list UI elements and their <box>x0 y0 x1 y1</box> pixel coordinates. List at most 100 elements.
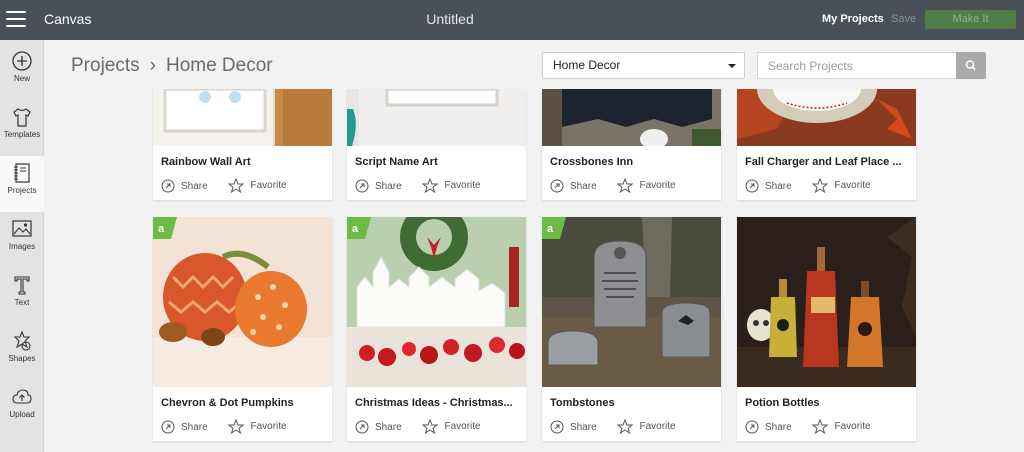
project-card[interactable]: Potion Bottles Share Favorite <box>737 217 916 441</box>
caret-down-icon <box>728 64 736 68</box>
share-button[interactable]: Share <box>161 179 208 193</box>
favorite-label: Favorite <box>834 180 871 191</box>
favorite-button[interactable]: Favorite <box>422 178 481 193</box>
favorite-label: Favorite <box>250 421 287 432</box>
save-button[interactable]: Save <box>891 13 916 25</box>
favorite-button[interactable]: Favorite <box>228 178 287 193</box>
rainbow-wall-art-image <box>153 89 332 146</box>
chevron-dot-pumpkins-image <box>153 217 332 387</box>
favorite-button[interactable]: Favorite <box>617 419 676 434</box>
share-icon <box>745 420 759 434</box>
share-button[interactable]: Share <box>745 179 792 193</box>
project-card[interactable]: Rainbow Wall Art Share Favorite <box>153 89 332 200</box>
favorite-label: Favorite <box>250 180 287 191</box>
project-title[interactable]: Fall Charger and Leaf Place ... <box>745 156 909 168</box>
fall-charger-image <box>737 89 916 146</box>
favorite-button[interactable]: Favorite <box>422 419 481 434</box>
breadcrumb-current: Home Decor <box>165 55 273 76</box>
favorite-button[interactable]: Favorite <box>812 419 871 434</box>
project-thumbnail[interactable]: a <box>347 217 526 387</box>
project-title[interactable]: Potion Bottles <box>745 397 909 409</box>
star-icon <box>422 419 439 434</box>
category-select-value: Home Decor <box>553 58 621 72</box>
project-title[interactable]: Rainbow Wall Art <box>161 156 325 168</box>
favorite-button[interactable]: Favorite <box>812 178 871 193</box>
project-thumbnail[interactable] <box>737 217 916 387</box>
tombstones-image <box>542 217 721 387</box>
access-badge-icon: a <box>347 217 371 239</box>
project-thumbnail[interactable] <box>542 89 721 146</box>
star-icon <box>812 419 829 434</box>
share-button[interactable]: Share <box>355 179 402 193</box>
favorite-label: Favorite <box>639 421 676 432</box>
share-button[interactable]: Share <box>355 420 402 434</box>
star-icon <box>422 178 439 193</box>
project-title[interactable]: Christmas Ideas - Christmas... <box>355 397 519 409</box>
breadcrumb-projects-link[interactable]: Projects <box>71 55 140 76</box>
project-card[interactable]: a Tombstones Share Favorite <box>542 217 721 441</box>
project-card[interactable]: a Chevron & Dot Pumpkins Share Favorite <box>153 217 332 441</box>
star-icon <box>228 178 245 193</box>
share-label: Share <box>765 180 792 192</box>
favorite-button[interactable]: Favorite <box>617 178 676 193</box>
favorite-label: Favorite <box>834 421 871 432</box>
search-input[interactable] <box>757 52 956 79</box>
project-thumbnail[interactable] <box>347 89 526 146</box>
share-icon <box>745 179 759 193</box>
share-button[interactable]: Share <box>550 179 597 193</box>
share-icon <box>355 420 369 434</box>
star-icon <box>617 178 634 193</box>
project-card[interactable]: Crossbones Inn Share Favorite <box>542 89 721 200</box>
card-actions: Share Favorite <box>550 419 676 437</box>
project-title[interactable]: Script Name Art <box>355 156 519 168</box>
script-name-art-image <box>347 89 526 146</box>
christmas-village-image <box>347 217 526 387</box>
project-card[interactable]: Fall Charger and Leaf Place ... Share Fa… <box>737 89 916 200</box>
favorite-label: Favorite <box>444 421 481 432</box>
crossbones-inn-image <box>542 89 721 146</box>
project-title[interactable]: Tombstones <box>550 397 714 409</box>
project-title[interactable]: Crossbones Inn <box>550 156 714 168</box>
favorite-label: Favorite <box>444 180 481 191</box>
search-button[interactable] <box>956 52 986 79</box>
plus-circle-icon <box>12 51 32 71</box>
project-card[interactable]: a Christmas Ideas - Christmas... Share F… <box>347 217 526 441</box>
card-actions: Share Favorite <box>550 178 676 196</box>
document-title[interactable]: Untitled <box>0 11 900 27</box>
svg-text:a: a <box>158 223 165 235</box>
card-actions: Share Favorite <box>745 178 871 196</box>
project-grid: Rainbow Wall Art Share Favorite Script N… <box>0 89 1024 452</box>
share-label: Share <box>375 180 402 192</box>
share-label: Share <box>570 180 597 192</box>
top-bar: Canvas Untitled My Projects Save Make It <box>0 0 1024 40</box>
breadcrumb: Projects › Home Decor <box>71 55 273 77</box>
make-it-button[interactable]: Make It <box>925 10 1016 29</box>
share-icon <box>550 420 564 434</box>
project-thumbnail[interactable] <box>737 89 916 146</box>
my-projects-link[interactable]: My Projects <box>822 13 884 25</box>
favorite-label: Favorite <box>639 180 676 191</box>
card-actions: Share Favorite <box>161 178 287 196</box>
project-thumbnail[interactable]: a <box>153 217 332 387</box>
project-thumbnail[interactable] <box>153 89 332 146</box>
share-label: Share <box>181 421 208 433</box>
svg-text:a: a <box>547 223 554 235</box>
share-icon <box>161 420 175 434</box>
project-thumbnail[interactable]: a <box>542 217 721 387</box>
project-card[interactable]: Script Name Art Share Favorite <box>347 89 526 200</box>
share-label: Share <box>181 180 208 192</box>
favorite-button[interactable]: Favorite <box>228 419 287 434</box>
share-label: Share <box>570 421 597 433</box>
card-actions: Share Favorite <box>355 419 481 437</box>
star-icon <box>812 178 829 193</box>
svg-text:a: a <box>352 223 359 235</box>
share-button[interactable]: Share <box>550 420 597 434</box>
card-actions: Share Favorite <box>161 419 287 437</box>
share-icon <box>161 179 175 193</box>
star-icon <box>617 419 634 434</box>
share-button[interactable]: Share <box>161 420 208 434</box>
category-select[interactable]: Home Decor <box>542 52 745 79</box>
potion-bottles-image <box>737 217 916 387</box>
project-title[interactable]: Chevron & Dot Pumpkins <box>161 397 325 409</box>
share-button[interactable]: Share <box>745 420 792 434</box>
